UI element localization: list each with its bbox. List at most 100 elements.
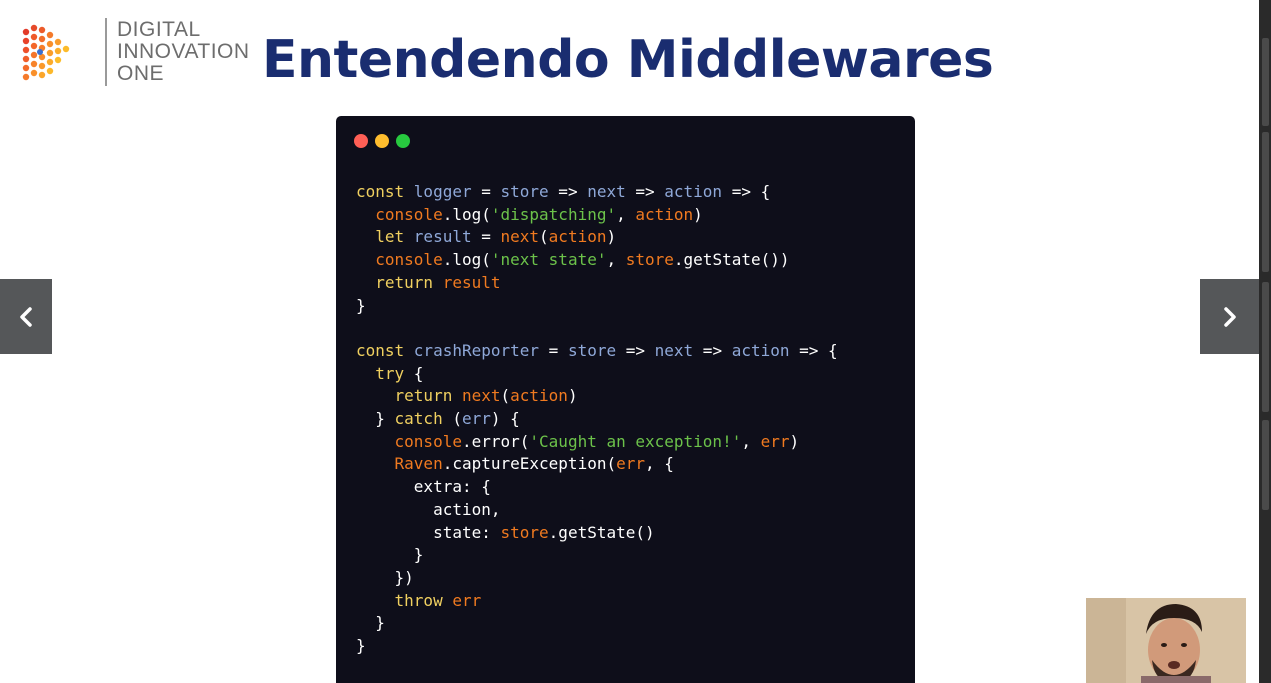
code-line: return result bbox=[356, 272, 838, 295]
scrollbar-segment[interactable] bbox=[1262, 132, 1269, 272]
code-token: action bbox=[635, 204, 694, 224]
code-token: next bbox=[500, 227, 540, 247]
code-token: , bbox=[606, 250, 626, 270]
code-token: action bbox=[510, 386, 568, 406]
code-token: crashReporter bbox=[413, 340, 540, 360]
brand-line-2: INNOVATION bbox=[117, 40, 250, 63]
code-token: store bbox=[567, 340, 617, 360]
code-line: action, bbox=[356, 499, 838, 522]
code-token: let bbox=[375, 227, 414, 247]
code-line: return next(action) bbox=[356, 385, 838, 408]
code-line: console.log('dispatching', action) bbox=[356, 204, 838, 227]
brand-logo: DIGITAL INNOVATION ONE bbox=[20, 18, 250, 88]
code-token: { bbox=[404, 363, 424, 383]
code-token: err bbox=[452, 590, 482, 610]
code-line: console.error('Caught an exception!', er… bbox=[356, 431, 838, 454]
close-dot-icon bbox=[354, 134, 368, 148]
code-token: store bbox=[500, 522, 549, 542]
code-token: }) bbox=[356, 567, 414, 587]
code-token: const bbox=[356, 340, 414, 360]
maximize-dot-icon bbox=[396, 134, 410, 148]
code-token: , { bbox=[645, 454, 674, 474]
code-token: 'Caught an exception!' bbox=[529, 431, 742, 451]
code-token: } bbox=[356, 295, 366, 315]
code-token: 'next state' bbox=[490, 250, 607, 270]
code-token: result bbox=[413, 227, 472, 247]
code-token: ( bbox=[442, 409, 462, 429]
code-line: } bbox=[356, 295, 838, 318]
code-line: throw err bbox=[356, 590, 838, 613]
previous-slide-button[interactable] bbox=[0, 279, 52, 354]
code-token: } bbox=[356, 613, 385, 633]
code-token: ) bbox=[567, 386, 578, 406]
code-token: state: bbox=[356, 522, 501, 542]
code-token: 'dispatching' bbox=[490, 204, 617, 224]
code-token: => bbox=[616, 340, 655, 360]
code-token: ) bbox=[789, 431, 800, 451]
code-token: } bbox=[356, 545, 424, 565]
code-line: Raven.captureException(err, { bbox=[356, 453, 838, 476]
code-line: try { bbox=[356, 363, 838, 386]
code-token: Raven bbox=[394, 454, 443, 474]
code-token: => { bbox=[722, 182, 771, 201]
code-token: extra: { bbox=[356, 477, 491, 497]
code-token: .log( bbox=[442, 204, 491, 224]
code-token: try bbox=[375, 363, 405, 383]
code-line: let result = next(action) bbox=[356, 226, 838, 249]
code-line: } bbox=[356, 612, 838, 635]
code-token: .captureException( bbox=[442, 454, 617, 474]
code-token: } bbox=[356, 409, 395, 429]
next-slide-button[interactable] bbox=[1200, 279, 1259, 354]
code-token: next bbox=[461, 386, 501, 406]
code-token: throw bbox=[394, 590, 453, 610]
code-token: , bbox=[616, 204, 636, 224]
brand-line-3: ONE bbox=[117, 62, 165, 85]
code-token: => bbox=[625, 182, 665, 201]
code-token: return bbox=[394, 386, 462, 406]
webcam-video bbox=[1086, 598, 1246, 683]
logo-divider bbox=[105, 18, 107, 86]
chevron-left-icon bbox=[20, 306, 32, 327]
code-token: const bbox=[356, 182, 414, 201]
code-token: ) bbox=[693, 204, 703, 224]
slide-title: Entendendo Middlewares bbox=[262, 30, 994, 90]
code-token: action, bbox=[356, 499, 501, 519]
code-token: next bbox=[654, 340, 694, 360]
scrollbar-segment[interactable] bbox=[1262, 38, 1269, 126]
code-line: } bbox=[356, 635, 838, 658]
code-token: = bbox=[471, 182, 501, 201]
code-token: console bbox=[394, 431, 462, 451]
code-token: ) bbox=[606, 227, 617, 247]
code-line: }) bbox=[356, 567, 838, 590]
code-line: extra: { bbox=[356, 476, 838, 499]
code-token: result bbox=[442, 272, 501, 292]
code-token: err bbox=[760, 431, 790, 451]
code-token: console bbox=[375, 250, 443, 270]
minimize-dot-icon bbox=[375, 134, 389, 148]
code-token: catch bbox=[394, 409, 443, 429]
code-token: ( bbox=[500, 386, 511, 406]
brand-line-1: DIGITAL bbox=[117, 18, 201, 41]
code-token: .error( bbox=[461, 431, 530, 451]
code-block: const logger = store => next => action =… bbox=[356, 181, 838, 658]
brand-name: DIGITAL INNOVATION ONE bbox=[117, 19, 250, 85]
code-token: next bbox=[587, 182, 626, 201]
code-window: const logger = store => next => action =… bbox=[336, 116, 915, 683]
code-token: action bbox=[731, 340, 790, 360]
code-token: } bbox=[356, 636, 366, 656]
scrollbar-segment[interactable] bbox=[1262, 282, 1269, 412]
code-token: store bbox=[500, 182, 549, 201]
scrollbar-segment[interactable] bbox=[1262, 420, 1269, 510]
code-token: .getState() bbox=[548, 522, 655, 542]
code-token: = bbox=[471, 227, 501, 247]
code-line: const crashReporter = store => next => a… bbox=[356, 340, 838, 363]
